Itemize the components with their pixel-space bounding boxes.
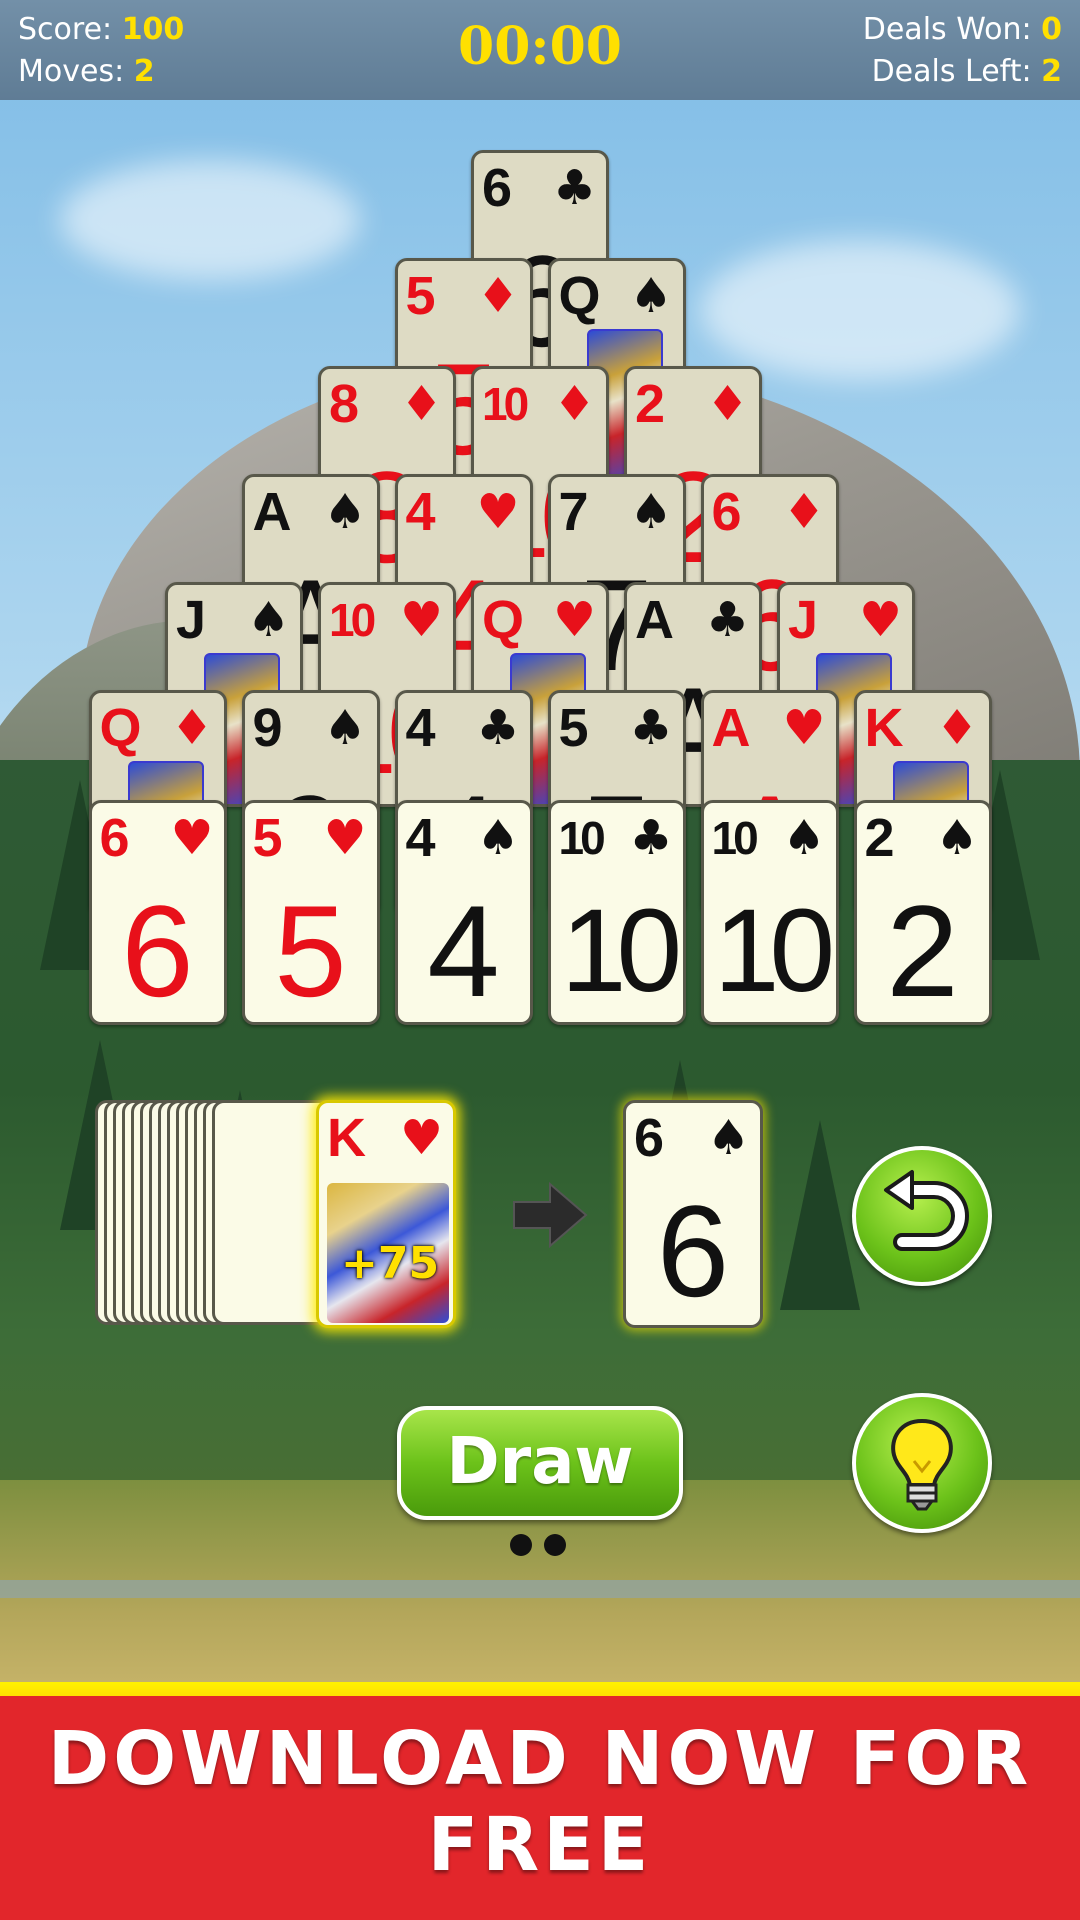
undo-button[interactable] <box>852 1146 992 1286</box>
card-suit: ♦ <box>705 376 749 432</box>
download-now-text[interactable]: DOWNLOAD NOW FOR FREE <box>0 1716 1080 1888</box>
bonus-points: +75 <box>341 1238 440 1289</box>
draw-dot <box>544 1534 566 1556</box>
card-suit: ♠ <box>323 700 367 756</box>
card-center-rank: 5 <box>274 878 347 1024</box>
pyramid-card[interactable]: 2 ♠ 2 <box>853 800 992 1025</box>
card-rank: 6 <box>99 808 130 868</box>
card-rank: 10 <box>558 812 606 864</box>
card-rank: K <box>864 698 904 758</box>
card-rank: 6 <box>711 482 742 542</box>
card-rank: 2 <box>635 374 666 434</box>
card-rank: 7 <box>558 482 589 542</box>
arrow-right-icon <box>513 1181 588 1249</box>
card-rank: 10 <box>482 378 529 430</box>
card-suit: ♦ <box>935 700 979 756</box>
deals-left-value: 2 <box>1041 54 1062 89</box>
card-suit: ♠ <box>935 810 979 866</box>
card-suit: ♣ <box>552 160 596 216</box>
deals-left-stat: Deals Left: 2 <box>872 52 1062 92</box>
card-suit: ♦ <box>476 268 520 324</box>
card-suit: ♥ <box>858 592 902 648</box>
card-rank: 5 <box>558 698 589 758</box>
card-suit: ♠ <box>246 592 290 648</box>
card-center-rank: 2 <box>886 878 959 1024</box>
lightbulb-icon <box>891 1418 953 1511</box>
deals-won-stat: Deals Won: 0 <box>863 10 1062 50</box>
card-rank: 5 <box>405 266 436 326</box>
card-rank: Q <box>482 590 525 650</box>
card-center-rank: 6 <box>656 1178 730 1324</box>
card-suit: ♣ <box>476 700 520 756</box>
card-suit: ♠ <box>323 484 367 540</box>
card-suit: ♠ <box>782 810 826 866</box>
draw-button[interactable]: Draw <box>397 1406 683 1520</box>
deals-won-value: 0 <box>1041 12 1062 47</box>
card-rank: 4 <box>405 482 436 542</box>
card-rank: 9 <box>252 698 283 758</box>
card-rank: A <box>635 590 674 650</box>
card-rank: J <box>176 590 207 650</box>
card-suit: ♦ <box>170 700 214 756</box>
card-suit: ♦ <box>552 376 596 432</box>
card-rank: 4 <box>405 698 436 758</box>
card-suit: ♥ <box>552 592 596 648</box>
card-suit: ♠ <box>629 484 673 540</box>
card-rank: 10 <box>711 812 759 864</box>
card-rank: Q <box>99 698 142 758</box>
card-rank: 8 <box>329 374 360 434</box>
card-rank: J <box>788 590 819 650</box>
card-rank: 6 <box>482 158 513 218</box>
card-rank: 10 <box>329 594 376 646</box>
pyramid-card[interactable]: 10 ♣ 10 <box>547 800 686 1025</box>
hint-button[interactable] <box>852 1393 992 1533</box>
card-suit: ♥ <box>170 810 214 866</box>
card-rank: 6 <box>634 1108 665 1168</box>
undo-arrow-icon <box>884 1170 969 1251</box>
card-rank: K <box>327 1108 366 1168</box>
card-suit: ♣ <box>629 700 673 756</box>
card-suit: ♥ <box>476 484 520 540</box>
card-rank: A <box>711 698 751 758</box>
card-center-rank: 4 <box>427 878 500 1024</box>
card-rank: Q <box>558 266 601 326</box>
card-suit: ♥ <box>782 700 826 756</box>
card-rank: 5 <box>252 808 283 868</box>
card-suit: ♣ <box>705 592 749 648</box>
card-rank: 4 <box>405 808 436 868</box>
card-suit: ♠ <box>629 268 673 324</box>
draw-dot <box>510 1534 532 1556</box>
card-suit: ♠ <box>476 810 520 866</box>
card-suit: ♥ <box>399 1110 443 1166</box>
card-rank: A <box>252 482 292 542</box>
card-center-rank: 6 <box>121 878 194 1024</box>
card-suit: ♠ <box>706 1110 750 1166</box>
waste-card[interactable]: 6 ♠ 6 <box>623 1100 763 1328</box>
deals-won-label: Deals Won: <box>862 12 1032 47</box>
stock-top-card[interactable]: K ♥ +75 <box>316 1100 456 1328</box>
card-center-rank: 10 <box>713 885 835 1017</box>
pyramid-card[interactable]: 6 ♥ 6 <box>88 800 227 1025</box>
pyramid-card[interactable]: 10 ♠ 10 <box>700 800 839 1025</box>
pyramid-card[interactable]: 4 ♠ 4 <box>394 800 533 1025</box>
card-suit: ♣ <box>629 810 673 866</box>
card-suit: ♦ <box>399 376 443 432</box>
pyramid-card[interactable]: 5 ♥ 5 <box>241 800 380 1025</box>
card-suit: ♥ <box>399 592 443 648</box>
card-rank: 2 <box>864 808 895 868</box>
deals-left-label: Deals Left: <box>871 54 1032 89</box>
card-center-rank: 10 <box>560 885 682 1017</box>
card-suit: ♦ <box>782 484 826 540</box>
draws-remaining-indicator <box>510 1534 578 1560</box>
card-suit: ♥ <box>323 810 367 866</box>
game-header: Score: 100 Moves: 2 00:00 Deals Won: 0 D… <box>0 0 1080 100</box>
